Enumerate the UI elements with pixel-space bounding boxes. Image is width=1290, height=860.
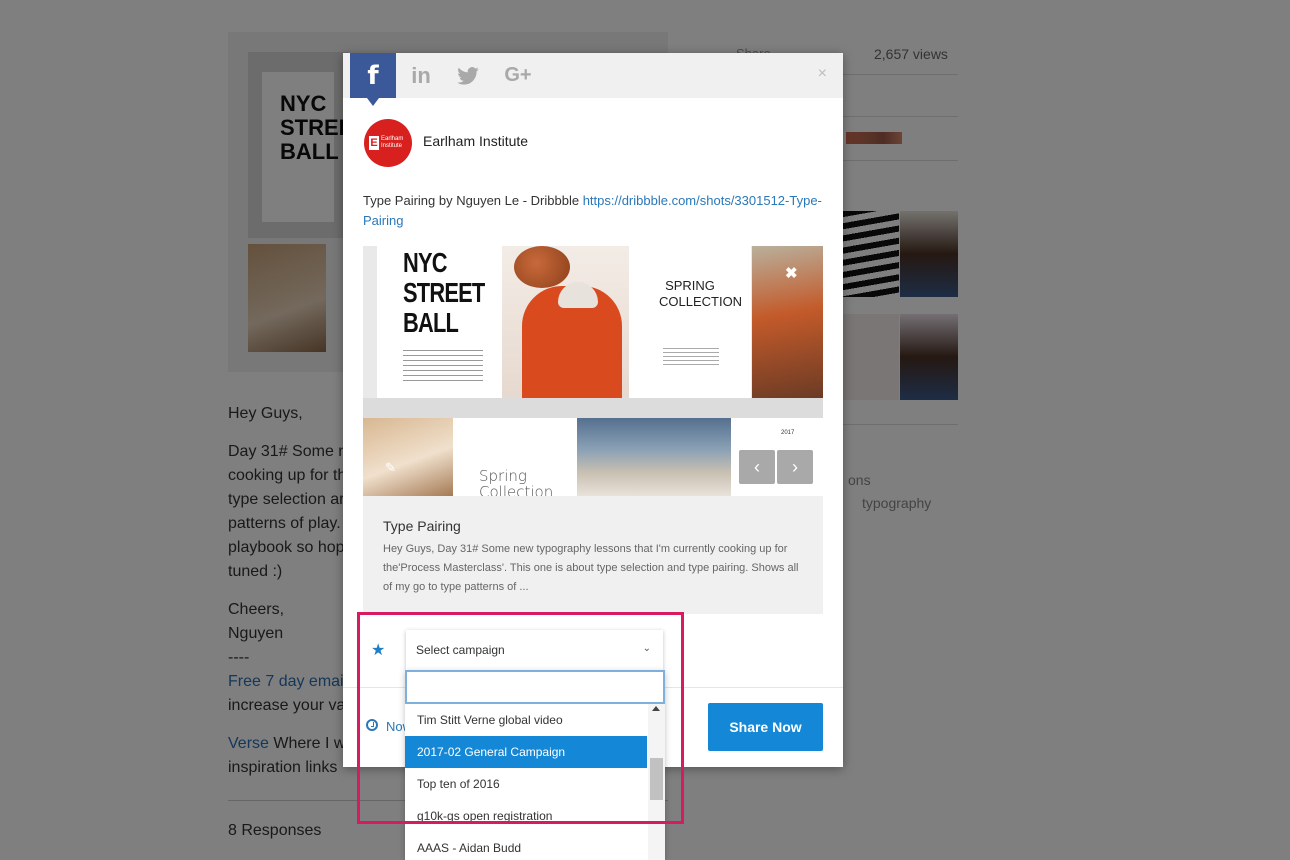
preview-spring-page: SPRING COLLECTION (629, 246, 751, 398)
star-icon: ★ (371, 642, 386, 659)
scroll-up-icon[interactable] (652, 706, 660, 711)
link-card[interactable]: Type Pairing Hey Guys, Day 31# Some new … (363, 496, 823, 614)
share-now-button[interactable]: Share Now (708, 703, 823, 751)
preview-poster: NYC STREET BALL (377, 246, 502, 398)
preview-thumb (577, 418, 731, 496)
campaign-select[interactable]: Select campaign ⌄ (406, 630, 663, 670)
tab-facebook[interactable]: f (350, 53, 396, 106)
campaign-option-selected[interactable]: 2017-02 General Campaign (405, 736, 647, 768)
close-icon[interactable]: × (818, 65, 827, 83)
campaign-options: Tim Stitt Verne global video 2017-02 Gen… (405, 704, 647, 860)
page-name: Earlham Institute (423, 133, 529, 149)
link-preview-image: NYC STREET BALL SPRING COLLECTION ✖ Spri… (363, 246, 823, 496)
twitter-icon (457, 66, 479, 85)
avatar-logo-text: Earlham Institute (381, 136, 404, 149)
campaign-dropdown: Tim Stitt Verne global video 2017-02 Gen… (405, 670, 665, 860)
edit-image-icon[interactable]: ✎ (385, 460, 401, 476)
chevron-down-icon: ⌄ (642, 643, 651, 654)
network-tabs: f in G+ × (343, 53, 843, 106)
preview-poster-text: NYC STREET BALL (403, 247, 485, 338)
preview-thumb (363, 418, 453, 496)
next-image-button[interactable]: › (777, 450, 813, 484)
preview-thumb: Spring Collection (453, 418, 577, 496)
facebook-icon: f (367, 60, 379, 91)
preview-spring-title: SPRING COLLECTION (659, 278, 743, 309)
tab-linkedin[interactable]: in (398, 53, 444, 98)
scrollbar-thumb[interactable] (650, 758, 663, 800)
remove-image-icon[interactable]: ✖ (785, 264, 798, 282)
googleplus-icon: G+ (504, 64, 532, 86)
card-description: Hey Guys, Day 31# Some new typography le… (383, 543, 799, 593)
campaign-option[interactable]: Top ten of 2016 (405, 768, 647, 800)
chevron-left-icon: ‹ (754, 456, 760, 477)
share-modal: f in G+ × E Earlham Institute Earlham In… (343, 53, 843, 767)
preview-basketball-photo (502, 246, 629, 398)
clock-icon[interactable] (366, 719, 378, 731)
tab-googleplus[interactable]: G+ (495, 53, 541, 98)
preview-spring-bottom: Spring Collection (479, 467, 554, 496)
preview-page-number: 2017 (781, 430, 795, 436)
card-title: Type Pairing (383, 518, 461, 534)
avatar: E Earlham Institute (364, 119, 412, 167)
dropdown-scrollbar[interactable] (648, 704, 665, 860)
campaign-option[interactable]: g10k-gs open registration (405, 800, 647, 832)
campaign-search-input[interactable] (405, 670, 665, 704)
post-text[interactable]: Type Pairing by Nguyen Le - Dribbble htt… (363, 191, 828, 231)
chevron-right-icon: › (792, 456, 798, 477)
prev-image-button[interactable]: ‹ (739, 450, 775, 484)
campaign-option[interactable]: AAAS - Aidan Budd (405, 832, 647, 860)
campaign-select-label: Select campaign (416, 643, 505, 657)
campaign-option[interactable]: Tim Stitt Verne global video (405, 704, 647, 736)
tab-twitter[interactable] (445, 53, 491, 98)
linkedin-icon: in (411, 62, 431, 88)
avatar-logo-letter: E (369, 136, 379, 150)
